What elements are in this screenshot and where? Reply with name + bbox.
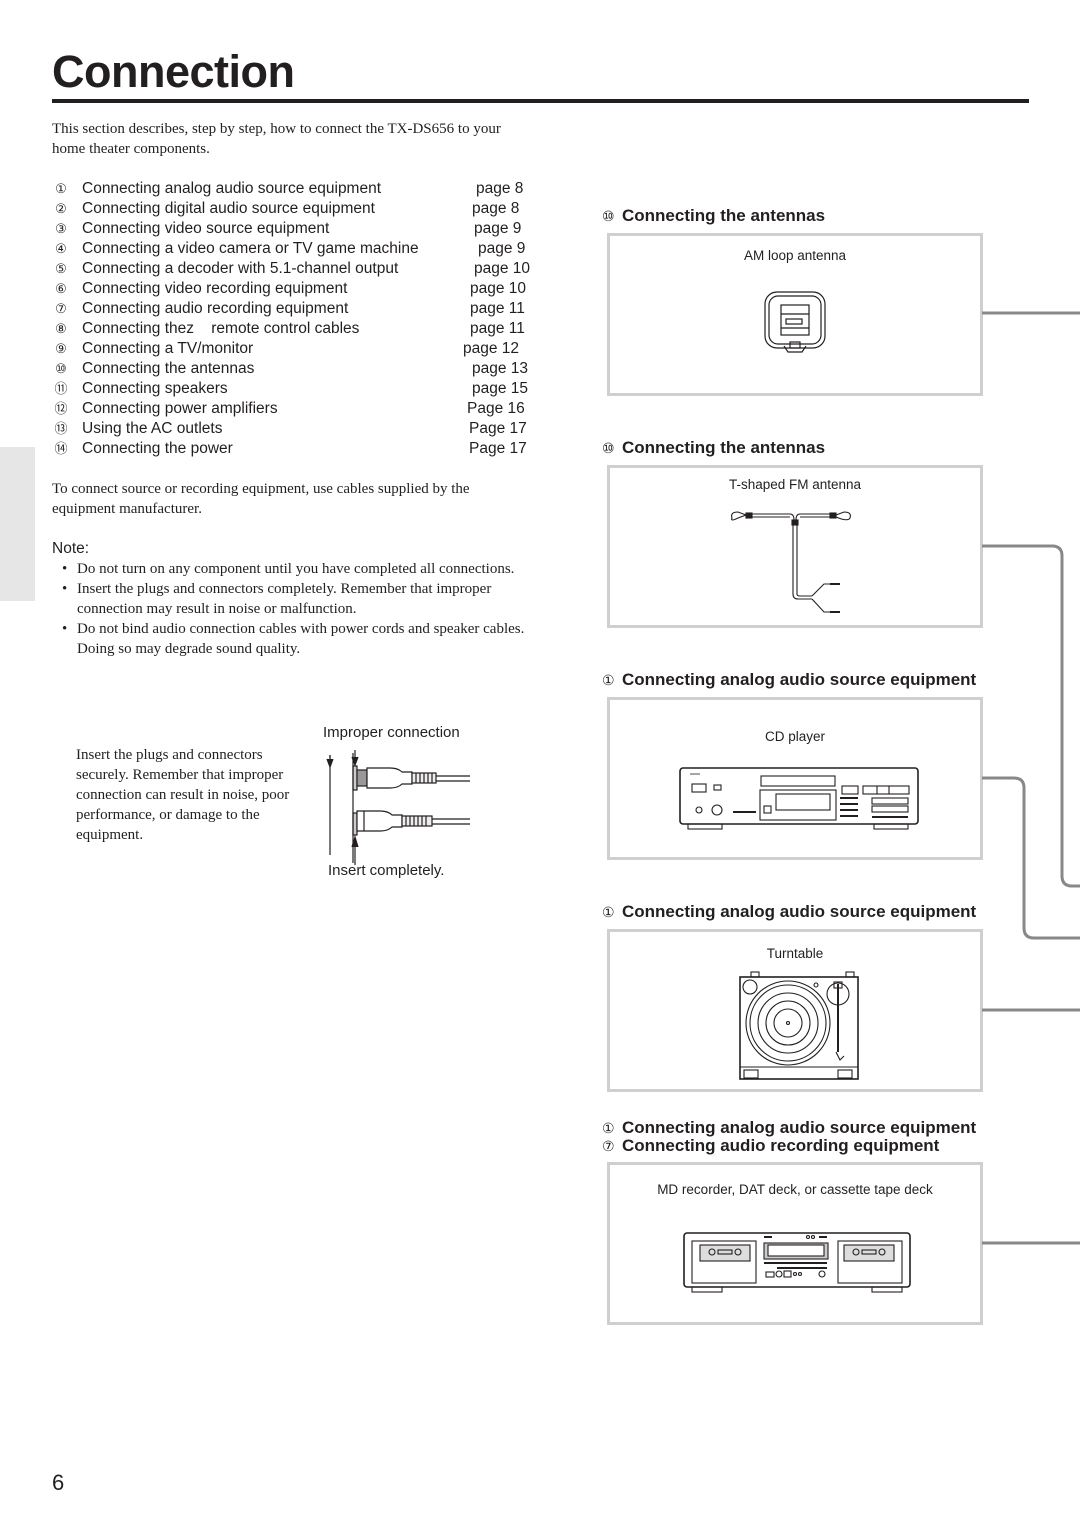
connector-line-fm — [982, 544, 1080, 888]
connector-lines — [982, 311, 1080, 1245]
page-number: 6 — [52, 1470, 65, 1495]
connector-line-cd — [982, 776, 1080, 940]
